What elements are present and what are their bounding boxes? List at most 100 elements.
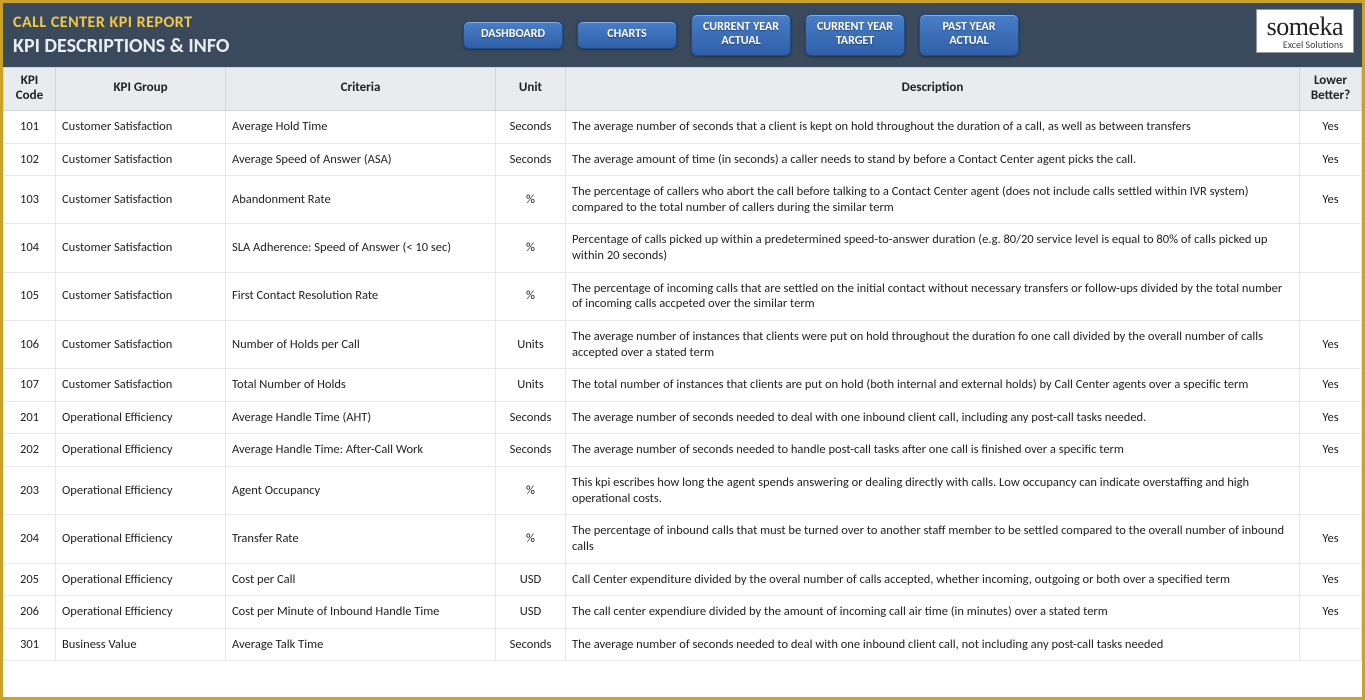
cell-group: Operational Efficiency [56,515,226,563]
cell-lower-better: Yes [1300,434,1362,467]
cell-unit: Seconds [496,401,566,434]
table-row: 205Operational EfficiencyCost per CallUS… [4,563,1362,596]
cell-criteria: Average Hold Time [226,110,496,143]
cell-code: 203 [4,467,56,515]
cell-group: Operational Efficiency [56,467,226,515]
cell-group: Customer Satisfaction [56,320,226,368]
col-header-unit: Unit [496,68,566,111]
cell-group: Business Value [56,628,226,661]
cell-unit: USD [496,596,566,629]
brand-subtitle: Excel Solutions [1267,40,1343,50]
cell-group: Customer Satisfaction [56,176,226,224]
report-title: CALL CENTER KPI REPORT [13,13,343,32]
col-header-group: KPI Group [56,68,226,111]
cell-description: The call center expendiure divided by th… [566,596,1300,629]
past-year-actual-button[interactable]: PAST YEAR ACTUAL [919,14,1019,56]
cell-criteria: Average Speed of Answer (ASA) [226,143,496,176]
table-row: 107Customer SatisfactionTotal Number of … [4,369,1362,402]
cell-code: 103 [4,176,56,224]
cell-lower-better: Yes [1300,320,1362,368]
cell-criteria: Total Number of Holds [226,369,496,402]
kpi-table-container: KPI Code KPI Group Criteria Unit Descrip… [3,67,1362,697]
cell-criteria: SLA Adherence: Speed of Answer (< 10 sec… [226,224,496,272]
col-header-code: KPI Code [4,68,56,111]
table-row: 206Operational EfficiencyCost per Minute… [4,596,1362,629]
cell-code: 102 [4,143,56,176]
cell-criteria: Average Handle Time: After-Call Work [226,434,496,467]
brand-logo: someka Excel Solutions [1256,9,1354,53]
cell-description: The total number of instances that clien… [566,369,1300,402]
cell-description: Call Center expenditure divided by the o… [566,563,1300,596]
cell-lower-better: Yes [1300,143,1362,176]
table-row: 106Customer SatisfactionNumber of Holds … [4,320,1362,368]
cell-unit: USD [496,563,566,596]
cell-code: 105 [4,272,56,320]
table-row: 104Customer SatisfactionSLA Adherence: S… [4,224,1362,272]
cell-code: 101 [4,110,56,143]
col-header-description: Description [566,68,1300,111]
cell-code: 201 [4,401,56,434]
cell-description: The percentage of incoming calls that ar… [566,272,1300,320]
table-row: 203Operational EfficiencyAgent Occupancy… [4,467,1362,515]
cell-criteria: Abandonment Rate [226,176,496,224]
kpi-table: KPI Code KPI Group Criteria Unit Descrip… [3,67,1362,661]
cell-code: 205 [4,563,56,596]
col-header-criteria: Criteria [226,68,496,111]
cell-unit: % [496,467,566,515]
table-row: 202Operational EfficiencyAverage Handle … [4,434,1362,467]
cell-lower-better: Yes [1300,596,1362,629]
cell-description: The average number of seconds needed to … [566,401,1300,434]
cell-lower-better [1300,628,1362,661]
page-title: KPI DESCRIPTIONS & INFO [13,34,343,58]
cell-group: Customer Satisfaction [56,143,226,176]
cell-lower-better: Yes [1300,369,1362,402]
dashboard-button[interactable]: DASHBOARD [463,21,563,49]
cell-unit: % [496,272,566,320]
table-header-row: KPI Code KPI Group Criteria Unit Descrip… [4,68,1362,111]
col-header-lower: Lower Better? [1300,68,1362,111]
cell-lower-better [1300,224,1362,272]
cell-criteria: Cost per Call [226,563,496,596]
table-row: 201Operational EfficiencyAverage Handle … [4,401,1362,434]
current-year-actual-button[interactable]: CURRENT YEAR ACTUAL [691,14,791,56]
cell-unit: Units [496,369,566,402]
cell-code: 301 [4,628,56,661]
title-block: CALL CENTER KPI REPORT KPI DESCRIPTIONS … [3,3,343,67]
cell-group: Customer Satisfaction [56,272,226,320]
cell-description: This kpi escribes how long the agent spe… [566,467,1300,515]
table-row: 105Customer SatisfactionFirst Contact Re… [4,272,1362,320]
cell-group: Customer Satisfaction [56,110,226,143]
cell-unit: Seconds [496,628,566,661]
cell-criteria: Number of Holds per Call [226,320,496,368]
table-row: 301Business ValueAverage Talk TimeSecond… [4,628,1362,661]
table-row: 204Operational EfficiencyTransfer Rate%T… [4,515,1362,563]
cell-code: 107 [4,369,56,402]
cell-description: The average number of instances that cli… [566,320,1300,368]
cell-lower-better: Yes [1300,563,1362,596]
cell-code: 106 [4,320,56,368]
cell-criteria: Average Handle Time (AHT) [226,401,496,434]
cell-criteria: Cost per Minute of Inbound Handle Time [226,596,496,629]
cell-code: 204 [4,515,56,563]
cell-description: The average amount of time (in seconds) … [566,143,1300,176]
cell-group: Customer Satisfaction [56,224,226,272]
table-row: 102Customer SatisfactionAverage Speed of… [4,143,1362,176]
cell-code: 202 [4,434,56,467]
cell-group: Operational Efficiency [56,563,226,596]
cell-description: Percentage of calls picked up within a p… [566,224,1300,272]
cell-group: Operational Efficiency [56,434,226,467]
table-row: 103Customer SatisfactionAbandonment Rate… [4,176,1362,224]
cell-unit: Seconds [496,143,566,176]
brand-name: someka [1267,12,1343,41]
header-bar: CALL CENTER KPI REPORT KPI DESCRIPTIONS … [3,3,1362,67]
cell-lower-better: Yes [1300,110,1362,143]
cell-unit: % [496,176,566,224]
nav-buttons: DASHBOARD CHARTS CURRENT YEAR ACTUAL CUR… [463,3,1019,67]
cell-criteria: Average Talk Time [226,628,496,661]
cell-group: Operational Efficiency [56,401,226,434]
current-year-target-button[interactable]: CURRENT YEAR TARGET [805,14,905,56]
cell-description: The average number of seconds needed to … [566,628,1300,661]
cell-unit: % [496,224,566,272]
cell-lower-better [1300,467,1362,515]
charts-button[interactable]: CHARTS [577,21,677,49]
